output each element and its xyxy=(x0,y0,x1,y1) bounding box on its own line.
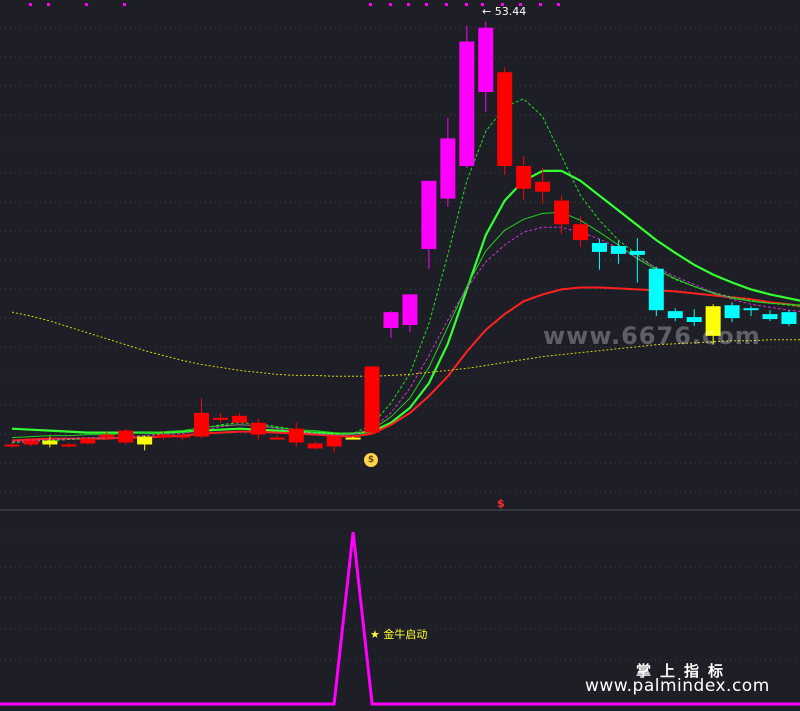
watermark-url: www.palmindex.com xyxy=(585,676,770,696)
dollar-mark-icon: $ xyxy=(497,497,505,510)
candle-body xyxy=(383,312,399,328)
candle-body xyxy=(194,412,209,437)
candle-body xyxy=(497,72,513,166)
candle-body xyxy=(781,312,797,324)
candle-body xyxy=(516,166,532,189)
top-marker-dot xyxy=(407,3,410,6)
candle-body xyxy=(743,308,759,311)
candle-body xyxy=(231,415,247,423)
top-marker-dot xyxy=(47,3,50,6)
candle-body xyxy=(535,181,551,192)
top-marker-dot xyxy=(369,3,372,6)
candle-body xyxy=(364,366,380,433)
candle-body xyxy=(288,428,304,443)
top-marker-dot xyxy=(29,3,32,6)
top-marker-dot xyxy=(539,3,542,6)
signal-label: ★ 金牛启动 xyxy=(370,626,427,642)
candle-body xyxy=(402,294,418,325)
top-marker-dot xyxy=(445,3,448,6)
top-marker-dot xyxy=(123,3,126,6)
candle-body xyxy=(724,305,740,319)
top-marker-dot xyxy=(425,3,428,6)
money-bag-icon: $ xyxy=(364,453,378,467)
candle-body xyxy=(250,422,266,435)
candle-body xyxy=(175,435,191,438)
candle-body xyxy=(137,436,153,445)
watermark-top: www.6676.com xyxy=(543,322,761,350)
candle-body xyxy=(212,417,228,420)
candle-body xyxy=(42,440,58,445)
top-marker-dot xyxy=(465,3,468,6)
max-price-label: ← 53.44 xyxy=(482,5,526,18)
stock-chart-window: ← 53.44 $ $ ★ 金牛启动 www.6676.com 掌上指标 www… xyxy=(0,0,800,711)
candle-body xyxy=(648,268,664,311)
candle-body xyxy=(118,430,134,443)
candle-body xyxy=(667,311,683,319)
candle-body xyxy=(459,41,475,167)
candle-body xyxy=(478,27,494,92)
top-marker-dot xyxy=(85,3,88,6)
candle-body xyxy=(80,438,96,444)
candle-body xyxy=(345,437,361,440)
candle-body xyxy=(610,245,626,254)
candle-body xyxy=(99,434,115,438)
candle-body xyxy=(4,444,20,447)
max-price-arrow: ← xyxy=(482,5,492,18)
candle-body xyxy=(440,138,456,199)
candle-body xyxy=(573,224,588,241)
signal-text: 金牛启动 xyxy=(383,628,428,641)
candle-body xyxy=(307,443,323,449)
candle-body xyxy=(23,440,39,445)
candle-body xyxy=(554,200,570,225)
star-icon: ★ xyxy=(370,628,380,641)
candle-body xyxy=(269,437,285,440)
chart-canvas xyxy=(0,3,800,706)
ma-line-dashed-green xyxy=(11,98,800,443)
candle-body xyxy=(421,180,437,249)
candle-body xyxy=(61,444,77,447)
candle-body xyxy=(762,314,778,320)
max-price-value: 53.44 xyxy=(494,5,527,18)
candle-body xyxy=(591,243,607,252)
candle-body xyxy=(629,250,645,255)
top-marker-dot xyxy=(557,3,560,6)
candle-body xyxy=(156,434,172,438)
candle-body xyxy=(326,435,342,447)
top-marker-dot xyxy=(389,3,392,6)
